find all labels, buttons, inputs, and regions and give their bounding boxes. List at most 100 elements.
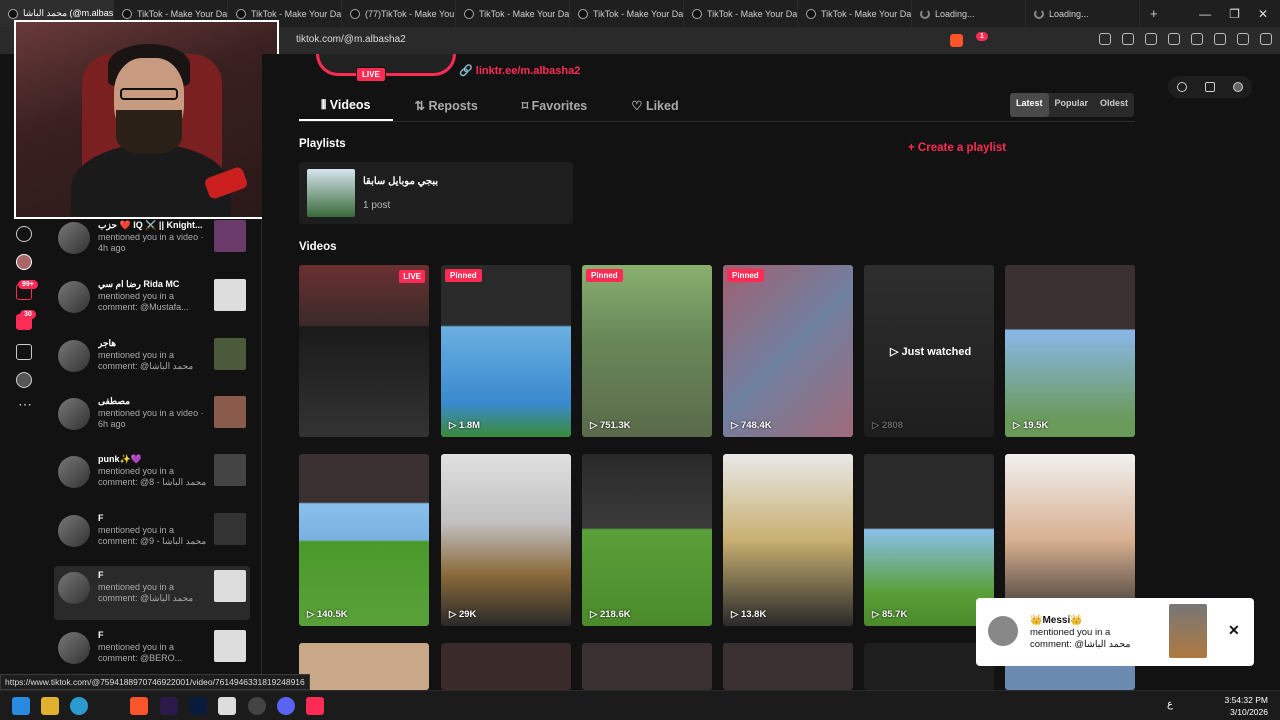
notification-item[interactable]: Fmentioned you in a comment: @BERO... (54, 626, 250, 680)
notification-thumbnail[interactable] (214, 513, 246, 545)
video-card[interactable]: Pinned ▷ 751.3K (582, 265, 712, 437)
tab-videos[interactable]: ⫴ Videos (299, 92, 393, 121)
brave-icon[interactable] (130, 697, 148, 715)
screenshot-icon[interactable] (1122, 33, 1134, 45)
brave-shields-icon[interactable] (950, 34, 963, 47)
close-icon[interactable]: ✕ (1228, 622, 1240, 639)
browser-tab[interactable]: Loading... (912, 0, 1026, 27)
notification-item[interactable]: Fmentioned you in a comment: @9 - محمد ا… (54, 509, 250, 563)
tab-favorites[interactable]: ⌑ Favorites (500, 92, 609, 121)
browser-tab[interactable]: Loading... (1026, 0, 1140, 27)
video-card[interactable]: ▷ 218.6K (582, 454, 712, 626)
clock[interactable]: 3:54:32 PM 3/10/2026 (1225, 694, 1268, 718)
compass-icon[interactable] (1177, 82, 1187, 92)
notification-thumbnail[interactable] (214, 338, 246, 370)
new-tab-button[interactable]: + (1140, 6, 1168, 21)
avatar (58, 281, 90, 313)
avatar (58, 398, 90, 430)
notification-item[interactable]: رضا ام سي Rida MC mentioned you in a comm… (54, 275, 250, 329)
notification-thumbnail[interactable] (214, 454, 246, 486)
video-card[interactable] (441, 643, 571, 690)
tiktok-icon[interactable] (306, 697, 324, 715)
video-card[interactable] (299, 643, 429, 690)
view-count-value: 218.6K (599, 609, 631, 620)
video-card[interactable]: ▷ 19.5K (1005, 265, 1135, 437)
video-card[interactable]: ▷ 140.5K (299, 454, 429, 626)
sort-latest[interactable]: Latest (1010, 93, 1049, 117)
notification-item[interactable]: حزب ❤️ IQ ⚔️ || Knight... mentioned you i… (54, 216, 250, 270)
tab-liked[interactable]: ♡ Liked (609, 92, 700, 121)
premiere-icon[interactable] (160, 697, 178, 715)
browser-tab[interactable]: TikTok - Make Your Da (798, 0, 912, 27)
file-explorer-icon[interactable] (41, 697, 59, 715)
extensions-icon[interactable] (1099, 33, 1111, 45)
wallet-icon[interactable] (1191, 33, 1203, 45)
close-window-icon[interactable]: ✕ (1258, 7, 1268, 21)
notification-item[interactable]: مصطفى mentioned you in a video · 6h ago (54, 392, 250, 446)
video-card[interactable]: ▷ 13.8K (723, 454, 853, 626)
sort-toggle: Latest Popular Oldest (1010, 93, 1135, 117)
sidebar-icon[interactable] (1168, 33, 1180, 45)
create-playlist-button[interactable]: + Create a playlist (908, 142, 1006, 154)
notification-item[interactable]: هاجر mentioned you in a comment: @محمد ال… (54, 334, 250, 388)
music-icon[interactable] (1145, 33, 1157, 45)
device-icon[interactable] (1205, 82, 1215, 92)
view-count-value: 13.8K (740, 609, 767, 620)
browser-tab[interactable]: (77)TikTok - Make You (342, 0, 456, 27)
upload-icon[interactable] (16, 344, 32, 360)
notification-name: رضا ام سي Rida MC (98, 279, 180, 289)
video-card[interactable] (864, 643, 994, 690)
tab-reposts[interactable]: ⇅ Reposts (393, 92, 500, 121)
playlist-title: ببجي موبايل سابقا (363, 176, 439, 187)
mention-toast[interactable]: 👑Messi👑 mentioned you in a comment: @محم… (976, 598, 1254, 666)
minimize-icon[interactable]: — (1199, 7, 1211, 21)
avatar (58, 572, 90, 604)
notification-thumbnail[interactable] (214, 630, 246, 662)
live-tag: LIVE (399, 270, 425, 283)
user-avatar-icon[interactable] (1233, 82, 1243, 92)
photoshop-icon[interactable] (189, 697, 207, 715)
notification-thumbnail[interactable] (214, 279, 246, 311)
profile-avatar[interactable] (316, 54, 456, 76)
notification-item[interactable]: punk✨💜 mentioned you in a comment: @8 - م… (54, 450, 250, 504)
video-card[interactable] (582, 643, 712, 690)
video-card[interactable]: ▷ 85.7K (864, 454, 994, 626)
view-count: ▷ 140.5K (307, 609, 348, 620)
playlist-card[interactable]: ببجي موبايل سابقا 1 post (299, 162, 573, 224)
browser-tab[interactable]: TikTok - Make Your Da (684, 0, 798, 27)
browser-tab[interactable]: TikTok - Make Your Da (570, 0, 684, 27)
url-field[interactable]: tiktok.com/@m.albasha2 (296, 34, 406, 45)
video-card[interactable]: LIVE (299, 265, 429, 437)
app-icon[interactable] (218, 697, 236, 715)
notification-name: F (98, 570, 104, 580)
obs-icon[interactable] (248, 697, 266, 715)
notification-item[interactable]: Fmentioned you in a comment: @محمد الباش… (54, 566, 250, 620)
windows-start-icon[interactable] (12, 697, 30, 715)
video-card[interactable]: ▷ 29K (441, 454, 571, 626)
live-avatar-icon[interactable] (16, 254, 32, 270)
more-icon[interactable]: ⋯ (18, 396, 32, 413)
sort-oldest[interactable]: Oldest (1094, 93, 1134, 117)
language-indicator[interactable]: ع (1167, 699, 1173, 710)
menu-icon[interactable] (1260, 33, 1272, 45)
leo-icon[interactable] (1214, 33, 1226, 45)
video-card[interactable]: ▷ Just watched ▷ 2808 (864, 265, 994, 437)
notification-thumbnail[interactable] (214, 396, 246, 428)
browser-tab[interactable]: TikTok - Make Your Da (456, 0, 570, 27)
maximize-icon[interactable]: ❐ (1229, 7, 1240, 21)
profile-link[interactable]: 🔗 linktr.ee/m.albasha2 (459, 64, 580, 77)
following-icon[interactable] (16, 226, 32, 242)
profile-avatar-icon[interactable] (16, 372, 32, 388)
sort-popular[interactable]: Popular (1049, 93, 1095, 117)
video-card[interactable] (723, 643, 853, 690)
video-card[interactable]: Pinned ▷ 748.4K (723, 265, 853, 437)
video-card[interactable]: Pinned ▷ 1.8M (441, 265, 571, 437)
toast-thumbnail[interactable] (1169, 604, 1207, 658)
edge-icon[interactable] (70, 697, 88, 715)
vpn-icon[interactable] (1237, 33, 1249, 45)
notification-thumbnail[interactable] (214, 220, 246, 252)
discord-icon[interactable] (277, 697, 295, 715)
view-count: ▷ 19.5K (1013, 420, 1049, 431)
notification-thumbnail[interactable] (214, 570, 246, 602)
view-count-value: 29K (458, 609, 477, 620)
